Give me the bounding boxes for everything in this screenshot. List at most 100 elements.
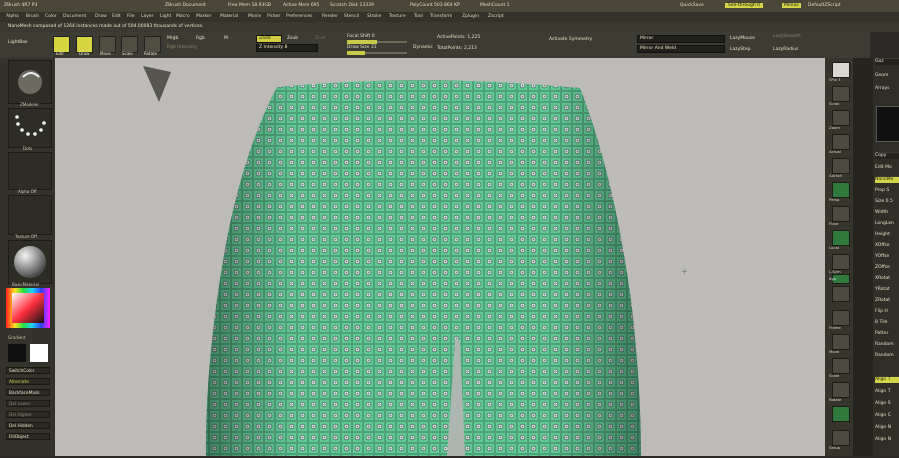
goz-button[interactable]: Goz bbox=[875, 59, 884, 64]
rgb-button[interactable]: Rgb bbox=[196, 36, 205, 41]
menu-item[interactable]: Zscript bbox=[488, 14, 504, 19]
del-hidden-button[interactable]: Del Hidden bbox=[6, 422, 50, 429]
draw-size-slider[interactable]: Draw Size 31 bbox=[347, 45, 377, 50]
main-color-swatch[interactable] bbox=[8, 344, 26, 362]
color-picker[interactable] bbox=[6, 288, 50, 328]
edit-mode-button[interactable]: Edit Mo bbox=[875, 165, 892, 170]
z-intensity-slider[interactable]: Z Intensity 8 bbox=[256, 44, 318, 52]
length-slider[interactable]: LongLen bbox=[875, 221, 894, 226]
menu-item[interactable]: Edit bbox=[112, 14, 121, 19]
zadd-button[interactable]: Zadd bbox=[256, 35, 282, 43]
secondary-color-swatch[interactable] bbox=[30, 344, 48, 362]
dynamic-button[interactable]: Dynamic bbox=[413, 45, 433, 50]
m-button[interactable]: M bbox=[224, 36, 228, 41]
xoffset-slider[interactable]: XOffse bbox=[875, 243, 890, 248]
menu-item[interactable]: Texture bbox=[389, 14, 405, 19]
flip-h-button[interactable]: Flip H bbox=[875, 309, 888, 314]
align-c-button[interactable]: Align C bbox=[875, 413, 891, 418]
material-slot[interactable] bbox=[8, 240, 52, 284]
align-s-button[interactable]: Align S bbox=[875, 401, 891, 406]
setup-icon[interactable] bbox=[832, 430, 850, 446]
menus-button[interactable]: Menus bbox=[782, 3, 801, 8]
menu-item[interactable]: Alpha bbox=[6, 14, 19, 19]
focal-shift-slider[interactable]: Focal Shift 0 bbox=[347, 34, 375, 39]
size-slider[interactable]: Size 0.5 bbox=[875, 199, 893, 204]
alpha-slot[interactable] bbox=[8, 152, 52, 190]
spix-icon[interactable] bbox=[832, 62, 850, 78]
default-script[interactable]: DefaultZScript bbox=[808, 3, 841, 8]
draw-size-track[interactable] bbox=[347, 51, 407, 55]
zoffset-slider[interactable]: ZOffse bbox=[875, 265, 890, 270]
align-n-button-1[interactable]: Align N bbox=[875, 425, 891, 430]
copy-button[interactable]: Copy bbox=[875, 153, 886, 158]
polyf-icon[interactable] bbox=[832, 406, 850, 422]
menu-item[interactable]: File bbox=[127, 14, 135, 19]
menu-item[interactable]: Picker bbox=[267, 14, 280, 19]
b-tile-button[interactable]: B Tile bbox=[875, 320, 887, 325]
scale-view-icon[interactable] bbox=[832, 358, 850, 374]
rotate-view-icon[interactable] bbox=[832, 382, 850, 398]
zcut-button[interactable]: Zcut bbox=[315, 36, 325, 41]
focal-shift-track[interactable] bbox=[347, 40, 407, 44]
lazysmooth-slider[interactable]: LazySmooth bbox=[773, 34, 801, 39]
menu-item[interactable]: Material bbox=[220, 14, 238, 19]
zsub-button[interactable]: Zsub bbox=[287, 36, 298, 41]
frame-icon[interactable] bbox=[832, 310, 850, 326]
quicksave-button[interactable]: QuickSave bbox=[680, 3, 704, 8]
yoffset-slider[interactable]: YOffse bbox=[875, 254, 889, 259]
align-to-button[interactable]: Align T bbox=[875, 389, 890, 394]
menu-item[interactable]: Preferences bbox=[286, 14, 312, 19]
del-lower-button[interactable]: Del Lower bbox=[6, 400, 50, 407]
rotate-axis-icon[interactable] bbox=[832, 286, 850, 302]
zoom-icon[interactable] bbox=[832, 110, 850, 126]
menu-item[interactable]: Light bbox=[160, 14, 171, 19]
random-slider-1[interactable]: Random bbox=[875, 342, 894, 347]
zrotate-slider[interactable]: ZRotat bbox=[875, 298, 890, 303]
canvas-viewport[interactable]: + bbox=[55, 58, 825, 456]
del-higher-button[interactable]: Del Higher bbox=[6, 411, 50, 418]
nanomesh-thumbnail[interactable] bbox=[876, 106, 899, 142]
height-slider[interactable]: Height bbox=[875, 232, 890, 237]
mrgb-button[interactable]: Mrgb bbox=[167, 36, 178, 41]
lsym-icon[interactable] bbox=[832, 254, 850, 270]
lazystep-slider[interactable]: LazyStep bbox=[730, 47, 751, 52]
menu-item[interactable]: Movie bbox=[248, 14, 261, 19]
scroll-icon[interactable] bbox=[832, 86, 850, 102]
menu-item[interactable]: Marker bbox=[196, 14, 212, 19]
width-slider[interactable]: Width bbox=[875, 210, 888, 215]
texture-slot[interactable] bbox=[8, 195, 52, 235]
see-through-slider[interactable]: See-through 0 bbox=[725, 3, 763, 8]
geometry-label[interactable]: Geom bbox=[875, 73, 888, 78]
activate-symmetry-button[interactable]: Activate Symmetry bbox=[549, 37, 592, 42]
menu-item[interactable]: Transform bbox=[430, 14, 452, 19]
pattern-slider[interactable]: Patter bbox=[875, 331, 888, 336]
menu-item[interactable]: Stencil bbox=[344, 14, 359, 19]
arrays-label[interactable]: Arrays bbox=[875, 86, 889, 91]
menu-item[interactable]: Draw bbox=[95, 14, 107, 19]
mirror-button[interactable]: Mirror bbox=[637, 35, 725, 43]
rgb-intensity-slider[interactable]: Rgb Intensity bbox=[167, 45, 197, 50]
move-view-icon[interactable] bbox=[832, 334, 850, 350]
floor-icon[interactable] bbox=[832, 206, 850, 222]
backfacemask-button[interactable]: BackfaceMask bbox=[6, 389, 50, 396]
menu-item[interactable]: Document bbox=[63, 14, 86, 19]
menu-item[interactable]: Macro bbox=[176, 14, 190, 19]
menu-item[interactable]: Color bbox=[45, 14, 57, 19]
nanomesh-header[interactable]: NanoMe bbox=[875, 177, 893, 182]
menu-item[interactable]: Stroke bbox=[367, 14, 381, 19]
stroke-slot[interactable] bbox=[8, 108, 52, 148]
local-icon[interactable] bbox=[832, 230, 850, 246]
nanomesh-model[interactable]: + bbox=[55, 58, 825, 456]
actual-icon[interactable] bbox=[832, 134, 850, 150]
align-to-button-active[interactable]: Align T bbox=[875, 377, 890, 382]
yrotate-slider[interactable]: YRotat bbox=[875, 287, 890, 292]
menu-item[interactable]: Tool bbox=[414, 14, 423, 19]
menu-item[interactable]: Zplugin bbox=[462, 14, 479, 19]
menu-item[interactable]: Brush bbox=[26, 14, 39, 19]
alternate-button[interactable]: Alternate bbox=[6, 378, 50, 385]
lazyradius-slider[interactable]: LazyRadius bbox=[773, 47, 798, 52]
align-n-button-2[interactable]: Align N bbox=[875, 437, 891, 442]
lazymouse-button[interactable]: LazyMouse bbox=[730, 36, 755, 41]
aahalf-icon[interactable] bbox=[832, 158, 850, 174]
mirror-and-weld-button[interactable]: Mirror And Weld bbox=[637, 45, 725, 53]
